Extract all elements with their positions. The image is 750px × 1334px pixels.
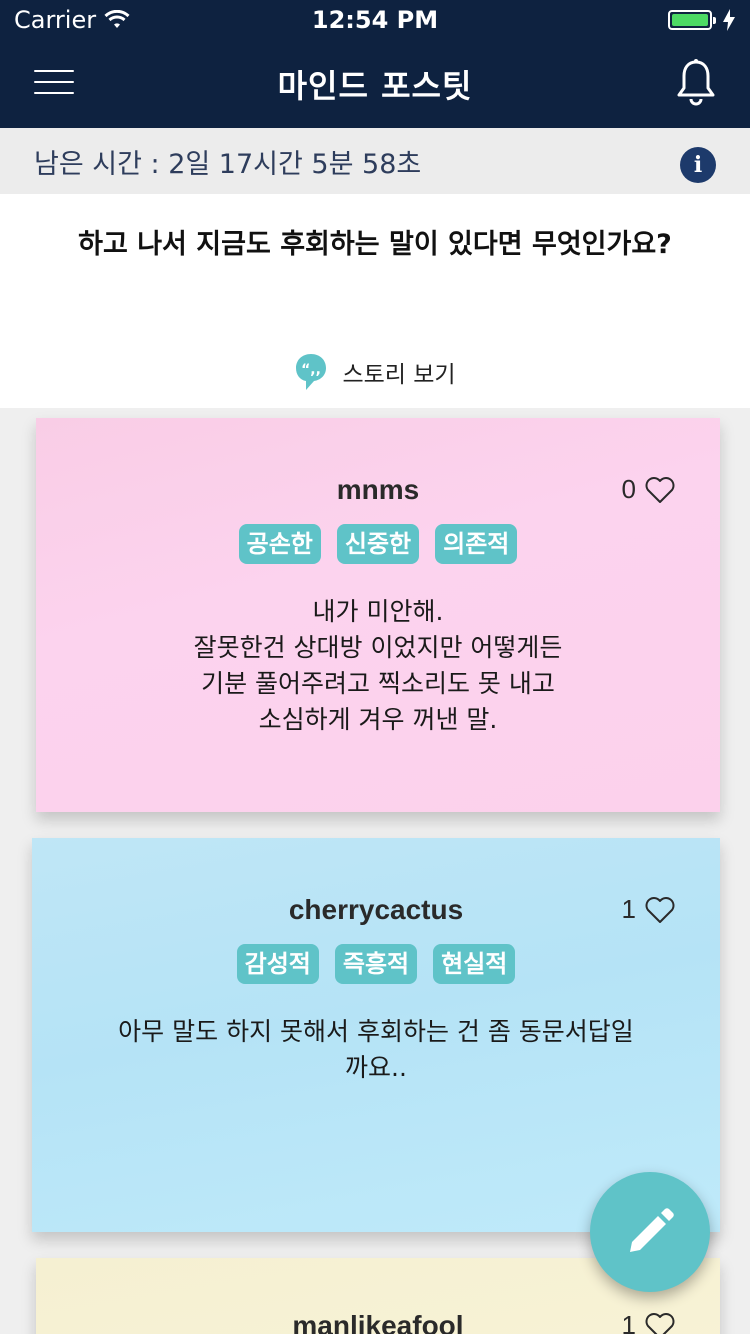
heart-outline-icon[interactable] <box>644 896 676 924</box>
info-icon[interactable]: i <box>680 147 716 183</box>
post-username: cherrycactus <box>288 894 464 925</box>
like-count: 0 <box>621 474 636 504</box>
post-username: manlikeafool <box>292 1310 464 1334</box>
heart-outline-icon[interactable] <box>644 476 676 504</box>
heart-outline-icon[interactable] <box>644 1312 676 1334</box>
personality-tag[interactable]: 의존적 <box>435 524 518 564</box>
like-box: 1 <box>622 894 676 925</box>
post-body: 아무 말도 하지 못해서 후회하는 건 좀 동문서답일 까요.. <box>118 1017 634 1082</box>
bell-icon[interactable] <box>674 58 718 106</box>
page-title: 마인드 포스팃 <box>277 67 473 105</box>
personality-tag[interactable]: 현실적 <box>433 944 516 984</box>
remaining-time-bar: 남은 시간 : 2일 17시간 5분 58초 i <box>0 128 750 194</box>
like-count: 1 <box>621 894 636 924</box>
story-view-label: 스토리 보기 <box>342 362 456 388</box>
nav-bar: 마인드 포스팃 <box>0 40 750 128</box>
status-time: 12:54 PM <box>311 6 439 34</box>
speech-bubble-icon: “,, <box>296 354 327 390</box>
like-box: 0 <box>622 474 676 505</box>
story-view-link[interactable]: “,, 스토리 보기 <box>0 352 750 392</box>
status-bar: Carrier 12:54 PM <box>0 0 750 40</box>
remaining-time-text: 남은 시간 : 2일 17시간 5분 58초 <box>34 148 422 180</box>
personality-tag[interactable]: 신중한 <box>336 524 420 564</box>
pencil-icon <box>630 1208 674 1252</box>
write-post-button[interactable] <box>590 1172 710 1292</box>
question-box: 하고 나서 지금도 후회하는 말이 있다면 무엇인가요? “,, 스토리 보기 <box>0 194 750 408</box>
post-body: 내가 미안해. 잘못한건 상대방 이었지만 어떻게든 기분 풀어주려고 찍소리도… <box>193 597 563 734</box>
tag-list: 감성적 즉흥적 현실적 <box>32 944 720 984</box>
svg-text:“,,: “,, <box>302 362 322 378</box>
menu-button[interactable] <box>34 70 74 96</box>
personality-tag[interactable]: 감성적 <box>236 944 319 984</box>
personality-tag[interactable]: 공손한 <box>238 524 321 564</box>
like-box: 1 <box>622 1310 676 1334</box>
post-username: mnms <box>336 474 420 505</box>
question-text: 하고 나서 지금도 후회하는 말이 있다면 무엇인가요? <box>78 229 672 260</box>
post-card[interactable]: cherrycactus 1 감성적 즉흥적 현실적 아무 말도 하지 못해서 … <box>32 838 720 1232</box>
hamburger-menu-icon <box>34 70 74 72</box>
post-card[interactable]: mnms 0 공손한 신중한 의존적 내가 미안해. 잘못한건 상대방 이었지만… <box>36 418 720 812</box>
battery-icon <box>668 10 716 30</box>
personality-tag[interactable]: 즉흥적 <box>334 944 418 984</box>
like-count: 1 <box>621 1310 636 1334</box>
tag-list: 공손한 신중한 의존적 <box>36 524 720 564</box>
